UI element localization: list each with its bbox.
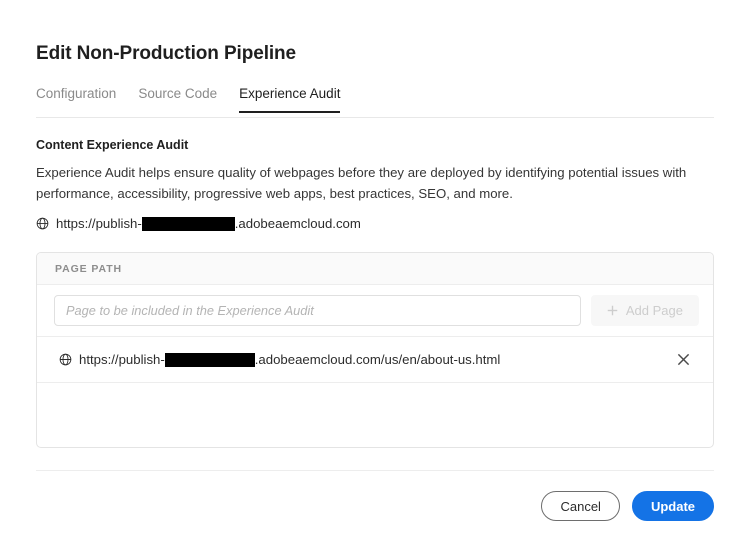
panel-header-label: PAGE PATH [55, 263, 122, 275]
tab-source-code[interactable]: Source Code [138, 86, 217, 113]
section-heading: Content Experience Audit [36, 138, 188, 152]
tab-divider [36, 117, 714, 118]
add-page-label: Add Page [626, 303, 683, 318]
page-path-prefix: https://publish- [79, 352, 165, 367]
remove-page-button[interactable] [670, 347, 696, 373]
cancel-button[interactable]: Cancel [541, 491, 619, 521]
host-url-suffix: .adobeaemcloud.com [235, 216, 361, 231]
add-page-button[interactable]: Add Page [591, 295, 699, 326]
footer-actions: Cancel Update [541, 491, 714, 521]
redaction-bar [165, 353, 255, 367]
page-path-input[interactable] [54, 295, 581, 326]
host-url-text: https://publish- .adobeaemcloud.com [56, 216, 361, 231]
footer-divider [36, 470, 714, 471]
tab-label: Experience Audit [239, 86, 340, 101]
page-path-url: https://publish- .adobeaemcloud.com/us/en… [59, 352, 500, 367]
globe-icon [36, 217, 49, 230]
host-url-prefix: https://publish- [56, 216, 142, 231]
tab-label: Configuration [36, 86, 116, 101]
page-path-suffix: .adobeaemcloud.com/us/en/about-us.html [255, 352, 501, 367]
list-item: https://publish- .adobeaemcloud.com/us/en… [37, 337, 713, 382]
tab-bar: Configuration Source Code Experience Aud… [36, 86, 340, 113]
redaction-bar [142, 217, 235, 231]
panel-header: PAGE PATH [37, 253, 713, 285]
host-url-line: https://publish- .adobeaemcloud.com [36, 216, 361, 231]
page-path-panel: PAGE PATH Add Page https:/ [36, 252, 714, 448]
list-separator-bottom [37, 382, 713, 383]
section-description: Experience Audit helps ensure quality of… [36, 162, 714, 204]
page-title: Edit Non-Production Pipeline [36, 43, 296, 65]
tab-configuration[interactable]: Configuration [36, 86, 116, 113]
close-icon [677, 353, 690, 366]
tab-label: Source Code [138, 86, 217, 101]
tab-experience-audit[interactable]: Experience Audit [239, 86, 340, 113]
plus-icon [607, 305, 618, 316]
add-page-row: Add Page [37, 285, 713, 336]
edit-pipeline-dialog: Edit Non-Production Pipeline Configurati… [0, 0, 750, 558]
globe-icon [59, 353, 72, 366]
page-path-url-text: https://publish- .adobeaemcloud.com/us/en… [79, 352, 500, 367]
update-button[interactable]: Update [632, 491, 714, 521]
